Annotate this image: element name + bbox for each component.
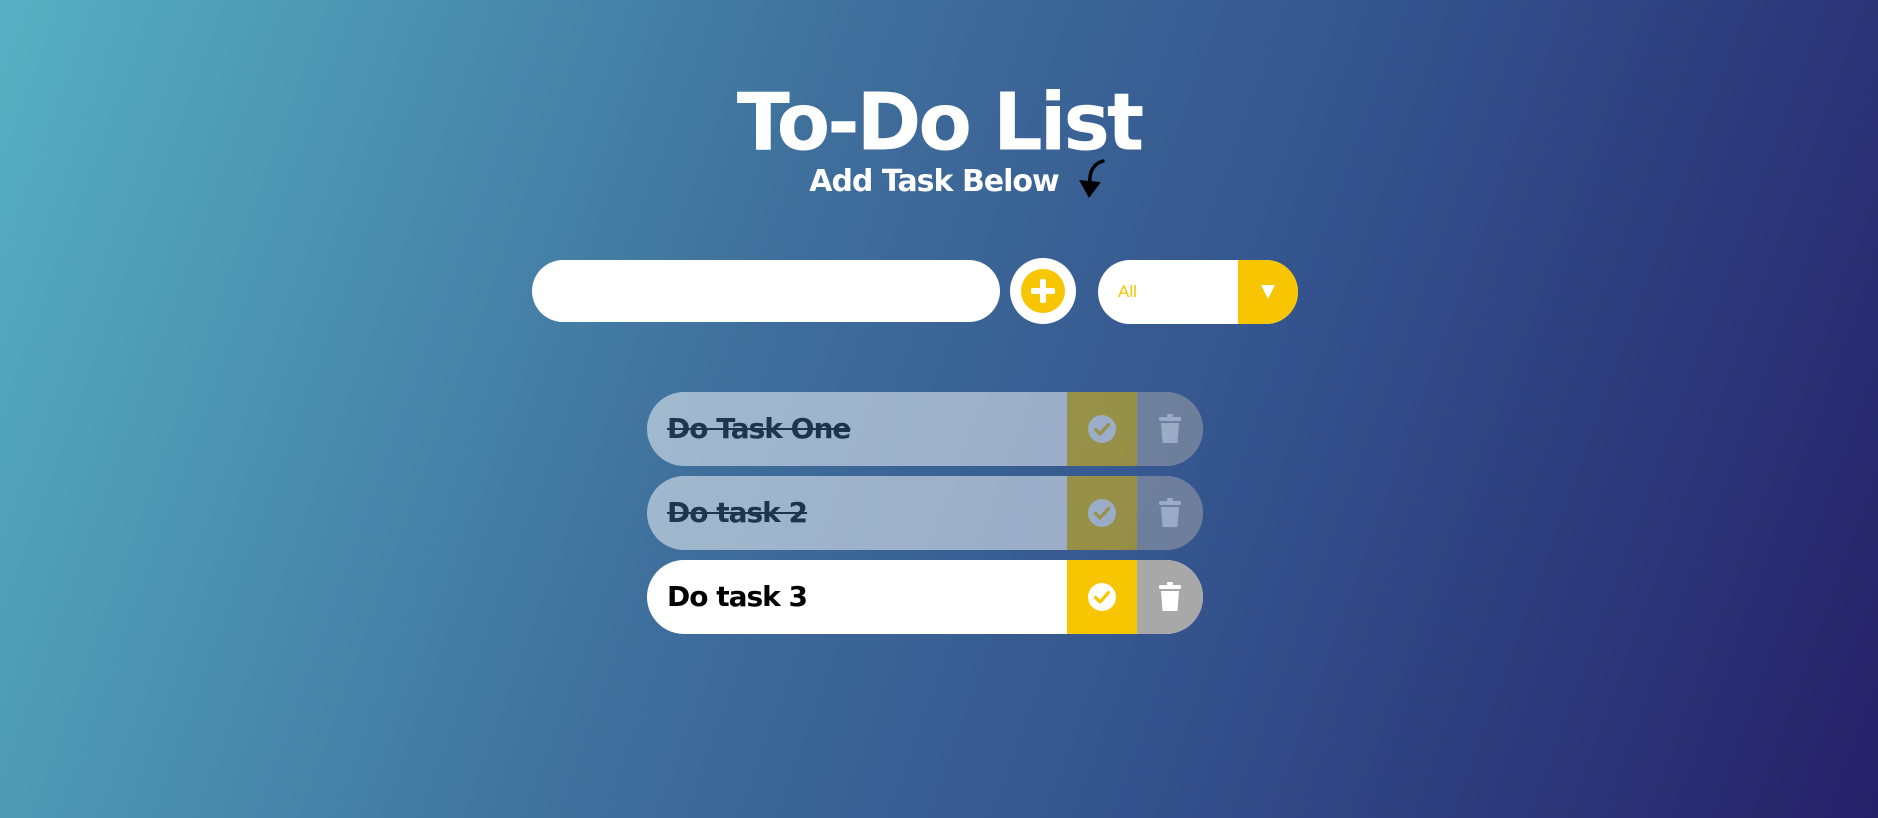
trash-icon: [1159, 498, 1181, 527]
subtitle-row: Add Task Below: [0, 159, 1878, 204]
filter-select[interactable]: All: [1098, 260, 1298, 324]
todo-item: Do task 2: [647, 476, 1203, 550]
complete-button[interactable]: [1067, 560, 1137, 634]
todo-form: All: [532, 258, 1298, 324]
check-circle-icon: [1088, 583, 1116, 611]
todo-list: Do Task One Do task 2 Do task 3: [647, 392, 1203, 644]
todo-input[interactable]: [532, 260, 1000, 322]
trash-icon: [1159, 582, 1181, 611]
todo-item: Do Task One: [647, 392, 1203, 466]
add-todo-button[interactable]: [1010, 258, 1076, 324]
trash-icon: [1159, 414, 1181, 443]
trash-button[interactable]: [1137, 560, 1203, 634]
check-circle-icon: [1088, 499, 1116, 527]
filter-selected-value: All: [1118, 282, 1137, 301]
trash-button[interactable]: [1137, 476, 1203, 550]
complete-button[interactable]: [1067, 476, 1137, 550]
complete-button[interactable]: [1067, 392, 1137, 466]
chevron-down-icon: [1261, 285, 1275, 299]
add-task-heading: Add Task Below: [809, 164, 1060, 199]
page-title: To-Do List: [736, 77, 1144, 170]
todo-text: Do task 3: [667, 580, 808, 613]
todo-item: Do task 3: [647, 560, 1203, 634]
check-circle-icon: [1088, 415, 1116, 443]
todo-text: Do task 2: [667, 496, 808, 529]
plus-circle-icon: [1021, 269, 1065, 313]
trash-button[interactable]: [1137, 392, 1203, 466]
curved-arrow-down-icon: [1078, 159, 1105, 198]
todo-text: Do Task One: [667, 412, 851, 445]
filter-dropdown-toggle[interactable]: [1238, 260, 1298, 324]
